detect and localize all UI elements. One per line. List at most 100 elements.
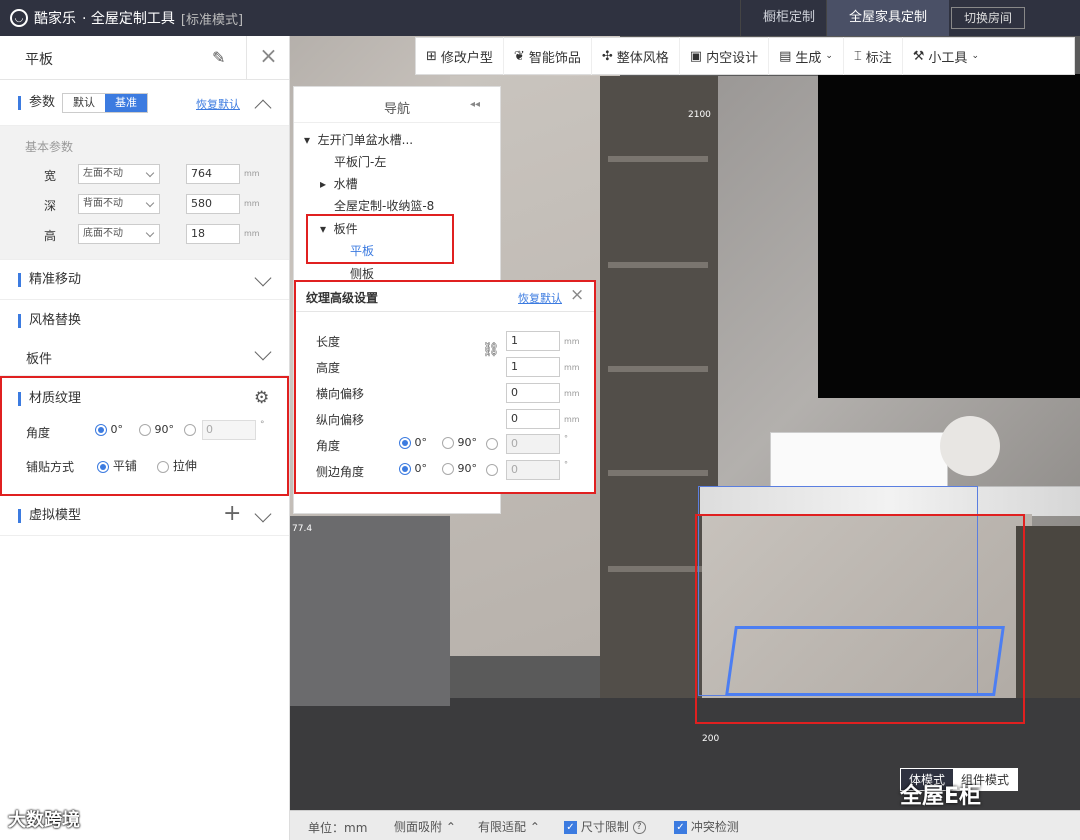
side-snap-toggle[interactable]: 侧面吸附 ⌃ bbox=[394, 818, 456, 835]
tree-item-sink[interactable]: ▸ 水槽 bbox=[320, 175, 358, 192]
texture-restore-link[interactable]: 恢复默认 bbox=[518, 290, 562, 306]
width-mode-select[interactable]: 左面不动 bbox=[78, 164, 160, 184]
texture-angle-custom-radio[interactable] bbox=[486, 436, 498, 450]
tab-whole-house[interactable]: 全屋家具定制 bbox=[826, 0, 950, 36]
params-section-header: 参数 默认 基准 恢复默认 bbox=[0, 80, 289, 126]
link-ratio-icon[interactable]: ⛓ bbox=[482, 342, 500, 358]
angle-custom-input[interactable]: 0 bbox=[202, 420, 256, 440]
close-icon[interactable]: × bbox=[570, 285, 584, 305]
basic-params: 基本参数 宽 左面不动 764 mm 深 背面不动 580 mm 高 底面不动 … bbox=[0, 126, 289, 260]
tab-cabinet[interactable]: 橱柜定制 bbox=[740, 0, 837, 36]
add-icon[interactable]: + bbox=[223, 501, 241, 526]
toolbar-generate[interactable]: ▤ 生成 ⌄ bbox=[769, 37, 844, 75]
virtual-model-section: 虚拟模型 + bbox=[0, 496, 289, 536]
dimension-top: 2100 bbox=[688, 110, 711, 120]
unit-label: 单位：mm bbox=[308, 821, 368, 835]
app-logo: ◡ 酷家乐 · 全屋定制工具 [标准模式] bbox=[10, 8, 243, 28]
texture-dialog-title: 纹理高级设置 bbox=[306, 291, 379, 305]
ruler-icon: ⌶ bbox=[853, 48, 862, 64]
fan-icon: ✣ bbox=[601, 48, 613, 64]
chevron-down-icon[interactable] bbox=[254, 343, 272, 361]
side-angle-90-radio[interactable]: 90° bbox=[442, 462, 477, 475]
toolbar-tools[interactable]: ⚒ 小工具 ⌄ bbox=[903, 37, 989, 75]
side-angle-input[interactable]: 0 bbox=[506, 460, 560, 480]
width-input[interactable]: 764 bbox=[186, 164, 240, 184]
texture-angle-90-radio[interactable]: 90° bbox=[442, 436, 477, 449]
toolbar-overall-style[interactable]: ✣ 整体风格 bbox=[592, 37, 680, 75]
chevron-up-icon[interactable] bbox=[254, 99, 272, 117]
depth-input[interactable]: 580 bbox=[186, 194, 240, 214]
wrench-icon: ⚒ bbox=[912, 48, 925, 64]
width-row: 宽 左面不动 764 mm bbox=[0, 164, 290, 184]
check-icon: ✓ bbox=[674, 821, 687, 834]
texture-length-input[interactable]: 1 bbox=[506, 331, 560, 351]
side-angle-custom-radio[interactable] bbox=[486, 462, 498, 476]
chevron-down-icon[interactable] bbox=[254, 269, 272, 287]
selected-board-highlight bbox=[725, 626, 1005, 696]
texture-x-offset-input[interactable]: 0 bbox=[506, 383, 560, 403]
default-toggle[interactable]: 默认 bbox=[63, 94, 105, 112]
tree-item-door-left[interactable]: 平板门-左 bbox=[334, 153, 386, 170]
material-texture-section: 材质纹理 ⚙ 角度 0° 90° 0 ° 铺贴方式 平铺 拉伸 bbox=[0, 376, 289, 496]
basic-params-label: 基本参数 bbox=[25, 140, 74, 154]
toolbar-smart-decor[interactable]: ❦ 智能饰品 bbox=[504, 37, 592, 75]
style-board-label: 板件 bbox=[26, 352, 53, 367]
paste-tile-radio[interactable]: 平铺 bbox=[97, 457, 137, 474]
angle-0-radio[interactable]: 0° bbox=[95, 423, 123, 436]
watermark-right: 全屋E柜 bbox=[900, 784, 982, 809]
side-angle-0-radio[interactable]: 0° bbox=[399, 462, 427, 475]
tree-item-boards[interactable]: ▾ 板件 bbox=[320, 220, 358, 237]
height-mode-select[interactable]: 底面不动 bbox=[78, 224, 160, 244]
check-icon: ✓ bbox=[564, 821, 577, 834]
brand-name: 酷家乐 bbox=[34, 11, 76, 27]
chevron-down-icon[interactable] bbox=[254, 505, 272, 523]
switch-room-button[interactable]: 切换房间 bbox=[950, 7, 1025, 29]
depth-mode-select[interactable]: 背面不动 bbox=[78, 194, 160, 214]
dimension-left: 77.4 bbox=[292, 524, 313, 534]
edit-icon[interactable]: ✎ bbox=[212, 48, 225, 67]
height-row: 高 底面不动 18 mm bbox=[0, 224, 290, 244]
height-input[interactable]: 18 bbox=[186, 224, 240, 244]
chevron-down-icon: ⌄ bbox=[971, 51, 979, 61]
paste-stretch-radio[interactable]: 拉伸 bbox=[157, 457, 197, 474]
gear-icon[interactable]: ⚙ bbox=[254, 388, 269, 408]
panel-header: 平板 ✎ × bbox=[0, 36, 289, 80]
angle-90-radio[interactable]: 90° bbox=[139, 423, 174, 436]
brand-icon: ◡ bbox=[10, 9, 28, 27]
tree-item-sink-cabinet[interactable]: ▾ 左开门单盆水槽... bbox=[304, 131, 413, 148]
mirror bbox=[818, 74, 1080, 398]
top-bar: ◡ 酷家乐 · 全屋定制工具 [标准模式] 橱柜定制 全屋家具定制 切换房间 bbox=[0, 0, 1080, 36]
help-icon: ? bbox=[632, 821, 646, 834]
base-toggle[interactable]: 基准 bbox=[105, 94, 147, 112]
status-bar: 单位：mm 侧面吸附 ⌃ 有限适配 ⌃ ✓ 尺寸限制 ? ✓ 冲突检测 bbox=[290, 810, 1080, 840]
toolbar: ⊞ 修改户型 ❦ 智能饰品 ✣ 整体风格 ▣ 内空设计 ▤ 生成 ⌄ ⌶ 标注 ⚒ 小工具 ⌄ bbox=[415, 37, 1075, 75]
tree-item-side-board[interactable]: 侧板 bbox=[350, 265, 374, 282]
watermark-left: 大数跨境 bbox=[8, 810, 80, 831]
restore-default-link[interactable]: 恢复默认 bbox=[196, 96, 240, 112]
plant-icon: ❦ bbox=[513, 48, 525, 64]
limited-fit-toggle[interactable]: 有限适配 ⌃ bbox=[478, 818, 540, 835]
precise-move-section[interactable]: 精准移动 bbox=[0, 260, 289, 300]
texture-angle-input[interactable]: 0 bbox=[506, 434, 560, 454]
chevron-down-icon: ⌄ bbox=[825, 51, 833, 61]
cabinet-icon: ▤ bbox=[779, 48, 792, 64]
side-shelf bbox=[1016, 526, 1080, 716]
tree-item-flat-board[interactable]: 平板 bbox=[350, 242, 374, 259]
style-replace-section: 风格替换 板件 bbox=[0, 300, 289, 376]
toolbar-annotate[interactable]: ⌶ 标注 bbox=[844, 37, 903, 75]
collapse-icon[interactable]: ◂◂ bbox=[470, 99, 480, 110]
toolbar-modify-layout[interactable]: ⊞ 修改户型 bbox=[416, 37, 504, 75]
close-icon[interactable]: × bbox=[246, 36, 290, 80]
toolbar-interior-design[interactable]: ▣ 内空设计 bbox=[680, 37, 770, 75]
texture-angle-0-radio[interactable]: 0° bbox=[399, 436, 427, 449]
texture-settings-dialog: 纹理高级设置 恢复默认 × 长度 1 mm 高度 1 mm ⛓ 横向偏移 0 m… bbox=[294, 280, 596, 494]
tree-item-basket[interactable]: 全屋定制-收纳篮-8 bbox=[334, 197, 434, 214]
params-title: 参数 bbox=[18, 96, 55, 110]
nav-title: 导航 bbox=[384, 102, 411, 117]
size-limit-checkbox[interactable]: ✓ 尺寸限制 ? bbox=[564, 818, 646, 835]
depth-row: 深 背面不动 580 mm bbox=[0, 194, 290, 214]
angle-custom-radio[interactable] bbox=[184, 423, 196, 436]
texture-y-offset-input[interactable]: 0 bbox=[506, 409, 560, 429]
texture-height-input[interactable]: 1 bbox=[506, 357, 560, 377]
conflict-detect-checkbox[interactable]: ✓ 冲突检测 bbox=[674, 818, 739, 835]
